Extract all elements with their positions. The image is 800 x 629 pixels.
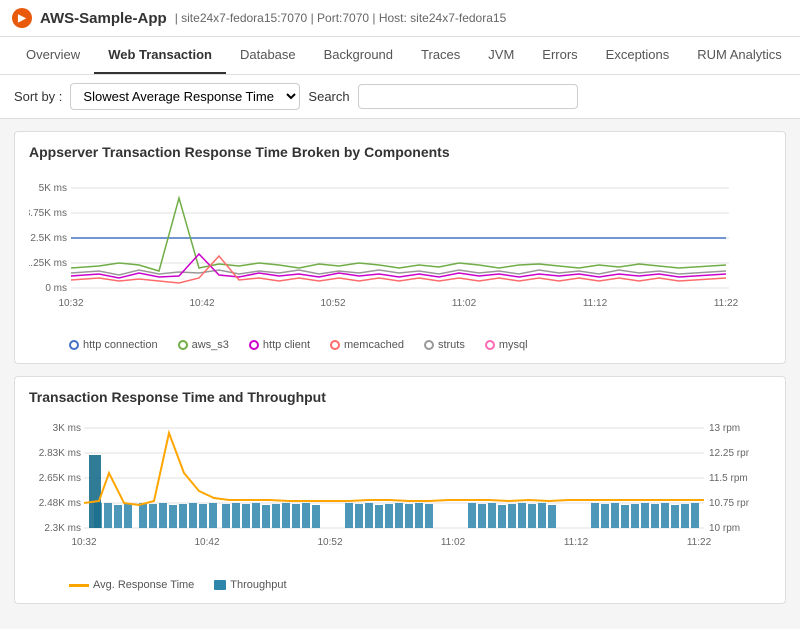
chart-response-throughput: Transaction Response Time and Throughput… [14, 376, 786, 604]
search-label: Search [308, 89, 349, 104]
svg-text:10:32: 10:32 [71, 537, 96, 548]
tab-overview[interactable]: Overview [12, 37, 94, 74]
svg-text:2.3K ms: 2.3K ms [44, 523, 81, 534]
legend-http-client: http client [249, 339, 310, 351]
chart1-svg: 5K ms 3.75K ms 2.5K ms 1.25K ms 0 ms 10:… [29, 168, 749, 333]
svg-text:1.25K ms: 1.25K ms [29, 258, 67, 269]
tab-background[interactable]: Background [310, 37, 407, 74]
search-input[interactable] [358, 84, 578, 109]
svg-text:11:02: 11:02 [452, 298, 477, 309]
legend-avg-response: Avg. Response Time [69, 579, 194, 591]
legend-mysql: mysql [485, 339, 528, 351]
legend-http-connection: http connection [69, 339, 158, 351]
svg-text:10:52: 10:52 [317, 537, 342, 548]
tab-exceptions[interactable]: Exceptions [592, 37, 684, 74]
svg-text:10.75 rpm: 10.75 rpm [709, 498, 749, 509]
tab-jvm[interactable]: JVM [474, 37, 528, 74]
tab-web-transaction[interactable]: Web Transaction [94, 37, 226, 74]
svg-text:2.48K ms: 2.48K ms [39, 498, 81, 509]
svg-text:10 rpm: 10 rpm [709, 523, 740, 534]
content-area: Appserver Transaction Response Time Brok… [0, 119, 800, 629]
app-meta: | site24x7-fedora15:7070 | Port:7070 | H… [175, 11, 507, 25]
chart-response-time-components: Appserver Transaction Response Time Brok… [14, 131, 786, 364]
svg-text:3K ms: 3K ms [53, 423, 81, 434]
svg-text:12.25 rpm: 12.25 rpm [709, 448, 749, 459]
tab-traces[interactable]: Traces [407, 37, 474, 74]
svg-text:11:12: 11:12 [564, 537, 589, 548]
svg-text:11:22: 11:22 [687, 537, 712, 548]
svg-text:11:02: 11:02 [441, 537, 466, 548]
chart1-legend: http connection aws_s3 http client memca… [29, 339, 771, 351]
svg-text:2.83K ms: 2.83K ms [39, 448, 81, 459]
legend-aws-s3: aws_s3 [178, 339, 229, 351]
chart2-title: Transaction Response Time and Throughput [29, 389, 771, 405]
app-title: AWS-Sample-App [40, 10, 167, 27]
nav-tabs: Overview Web Transaction Database Backgr… [0, 37, 800, 75]
sort-label: Sort by : [14, 89, 62, 104]
svg-text:0 ms: 0 ms [45, 283, 67, 294]
tab-database[interactable]: Database [226, 37, 310, 74]
tab-errors[interactable]: Errors [528, 37, 591, 74]
toolbar: Sort by : Slowest Average Response Time … [0, 75, 800, 119]
svg-text:10:52: 10:52 [320, 298, 345, 309]
svg-text:13 rpm: 13 rpm [709, 423, 740, 434]
sort-select[interactable]: Slowest Average Response Time Fastest Av… [70, 83, 300, 110]
legend-memcached: memcached [330, 339, 404, 351]
svg-text:10:32: 10:32 [58, 298, 83, 309]
legend-struts: struts [424, 339, 465, 351]
svg-text:11:12: 11:12 [583, 298, 608, 309]
svg-text:2.65K ms: 2.65K ms [39, 473, 81, 484]
app-icon: ▶ [12, 8, 32, 28]
svg-text:10:42: 10:42 [194, 537, 219, 548]
chart2-svg: 3K ms 2.83K ms 2.65K ms 2.48K ms 2.3K ms… [29, 413, 749, 573]
app-header: ▶ AWS-Sample-App | site24x7-fedora15:707… [0, 0, 800, 37]
svg-text:3.75K ms: 3.75K ms [29, 208, 67, 219]
tab-rum-analytics[interactable]: RUM Analytics [683, 37, 796, 74]
svg-text:11:22: 11:22 [714, 298, 739, 309]
legend-throughput: Throughput [214, 579, 286, 591]
svg-text:10:42: 10:42 [189, 298, 214, 309]
chart1-title: Appserver Transaction Response Time Brok… [29, 144, 771, 160]
chart2-legend: Avg. Response Time Throughput [29, 579, 771, 591]
svg-text:2.5K ms: 2.5K ms [30, 233, 67, 244]
svg-text:5K ms: 5K ms [39, 183, 67, 194]
svg-text:11.5 rpm: 11.5 rpm [709, 473, 748, 484]
